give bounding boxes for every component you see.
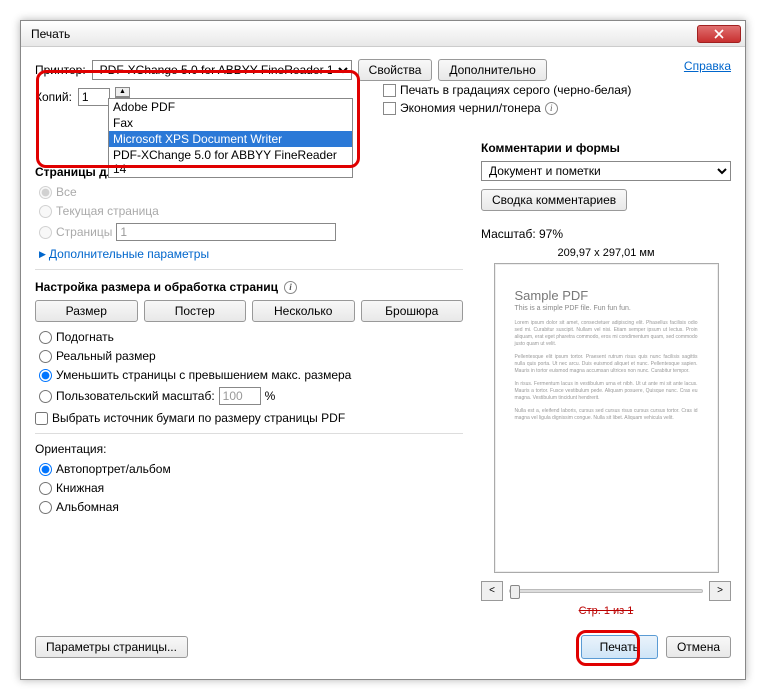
pages-range-radio[interactable] — [39, 226, 52, 239]
pages-all-radio[interactable] — [39, 186, 52, 199]
info-icon[interactable]: i — [545, 102, 558, 115]
info-icon[interactable]: i — [284, 281, 297, 294]
copies-input[interactable] — [78, 88, 110, 106]
printer-dropdown-list: Adobe PDF Fax Microsoft XPS Document Wri… — [108, 98, 353, 178]
print-button[interactable]: Печать — [581, 635, 658, 659]
dropdown-item[interactable]: PDF-XChange 5.0 for ABBYY FineReader 14 — [109, 147, 352, 177]
chevron-right-icon: ▶ — [39, 249, 46, 260]
titlebar: Печать — [21, 21, 745, 47]
multiple-button[interactable]: Несколько — [252, 300, 355, 322]
page-counter: Стр. 1 из 1 — [481, 605, 731, 617]
window-title: Печать — [31, 27, 697, 41]
comments-select[interactable]: Документ и пометки — [481, 161, 731, 181]
paper-source-checkbox[interactable] — [35, 412, 48, 425]
grayscale-checkbox[interactable] — [383, 84, 396, 97]
grayscale-label: Печать в градациях серого (черно-белая) — [400, 83, 631, 97]
page-slider[interactable] — [509, 589, 703, 593]
orientation-title: Ориентация: — [35, 442, 463, 456]
size-button[interactable]: Размер — [35, 300, 138, 322]
pages-current-radio[interactable] — [39, 205, 52, 218]
cancel-button[interactable]: Отмена — [666, 636, 731, 658]
scale-text: Масштаб: 97% — [481, 227, 731, 241]
page-setup-button[interactable]: Параметры страницы... — [35, 636, 188, 658]
fit-radio[interactable] — [39, 331, 52, 344]
properties-button[interactable]: Свойства — [358, 59, 433, 81]
ink-economy-checkbox[interactable] — [383, 102, 396, 115]
dropdown-item[interactable]: Fax — [109, 115, 352, 131]
next-page-button[interactable]: > — [709, 581, 731, 601]
custom-scale-radio[interactable] — [39, 390, 52, 403]
printer-label: Принтер: — [35, 63, 86, 77]
dropdown-item[interactable]: Adobe PDF — [109, 99, 352, 115]
slider-thumb[interactable] — [510, 585, 520, 599]
printer-select[interactable]: PDF-XChange 5.0 for ABBYY FineReader 14 — [92, 60, 352, 80]
dropdown-item-selected[interactable]: Microsoft XPS Document Writer — [109, 131, 352, 147]
actual-radio[interactable] — [39, 350, 52, 363]
page-preview: Sample PDF This is a simple PDF file. Fu… — [494, 263, 719, 573]
booklet-button[interactable]: Брошюра — [361, 300, 464, 322]
pages-range-input[interactable] — [116, 223, 336, 241]
copies-label: Копий: — [35, 90, 72, 104]
prev-page-button[interactable]: < — [481, 581, 503, 601]
orientation-portrait-radio[interactable] — [39, 482, 52, 495]
more-options-toggle[interactable]: ▶Дополнительные параметры — [39, 247, 463, 261]
comments-title: Комментарии и формы — [481, 141, 731, 155]
orientation-landscape-radio[interactable] — [39, 501, 52, 514]
orientation-auto-radio[interactable] — [39, 463, 52, 476]
comments-summary-button[interactable]: Сводка комментариев — [481, 189, 627, 211]
ink-economy-label: Экономия чернил/тонера — [400, 101, 541, 115]
page-dimensions: 209,97 x 297,01 мм — [481, 247, 731, 259]
poster-button[interactable]: Постер — [144, 300, 247, 322]
close-button[interactable] — [697, 25, 741, 43]
custom-scale-input[interactable] — [219, 387, 261, 405]
help-link[interactable]: Справка — [684, 59, 731, 73]
shrink-radio[interactable] — [39, 369, 52, 382]
sizing-title: Настройка размера и обработка страниц — [35, 280, 278, 294]
